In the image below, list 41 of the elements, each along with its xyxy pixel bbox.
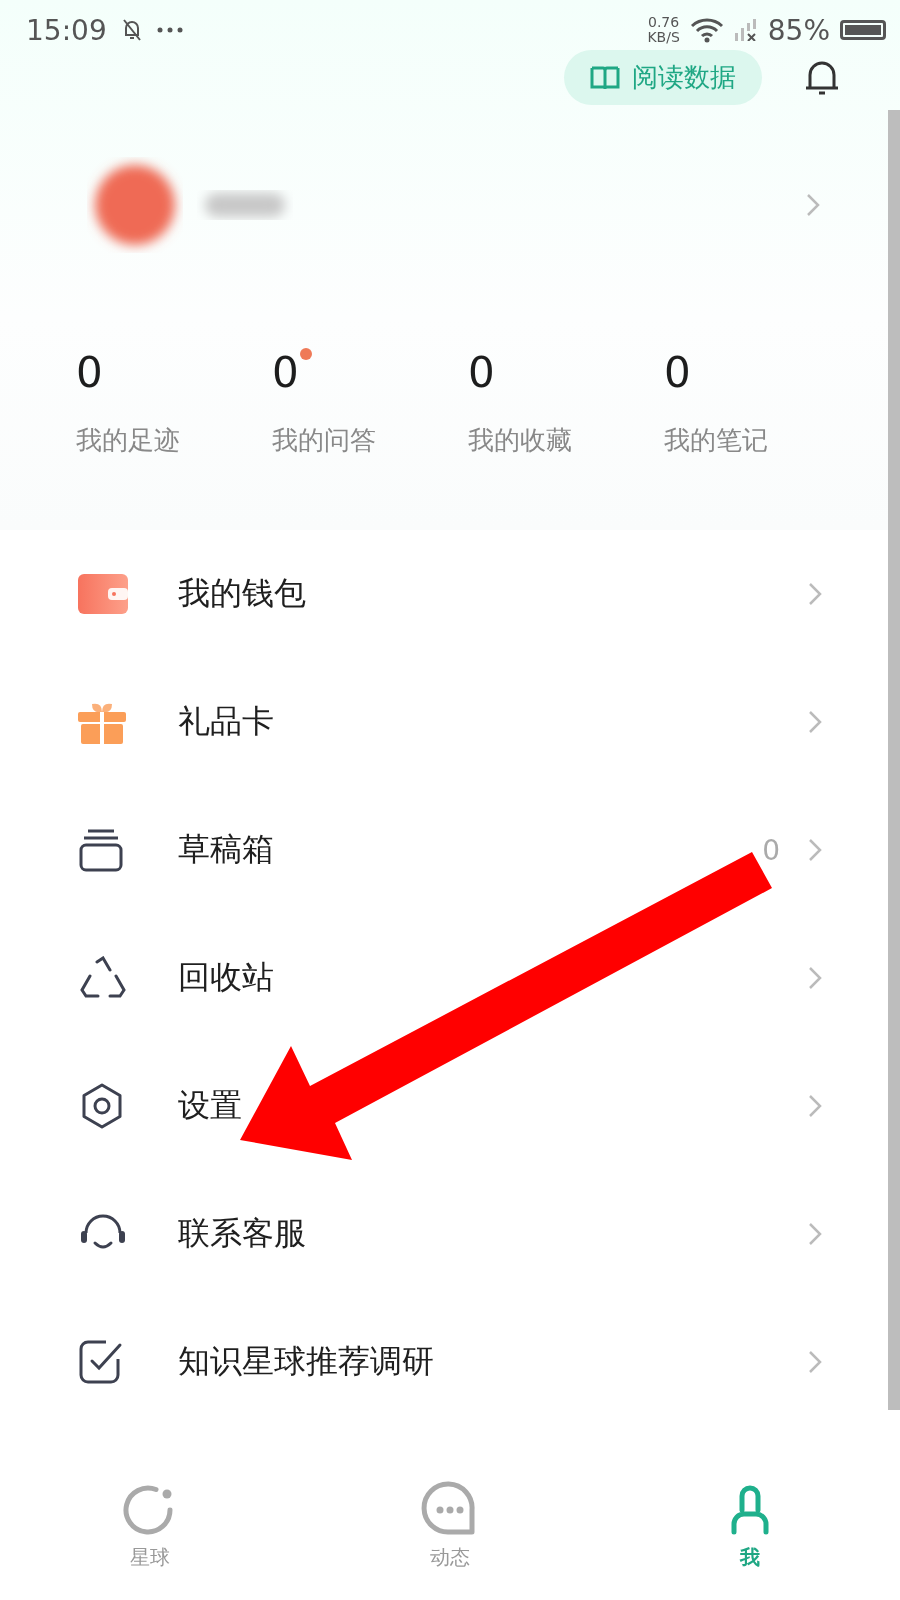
checkbox-icon: [78, 1339, 124, 1385]
muted-bell-icon: [120, 18, 143, 42]
chevron-icon: [808, 1350, 822, 1374]
chevron-icon: [808, 1094, 822, 1118]
menu-item[interactable]: 礼品卡: [178, 700, 274, 744]
battery-icon: [840, 20, 886, 40]
draft-count: 0: [762, 833, 780, 867]
stat-count: 0: [664, 348, 691, 397]
stat-label: 我的问答: [272, 424, 376, 457]
chevron-icon: [808, 838, 822, 862]
stat-count: 0: [468, 348, 495, 397]
stat-count: 0: [272, 348, 299, 397]
stack-icon: [78, 828, 124, 872]
stat-label: 我的笔记: [664, 424, 768, 457]
menu-item[interactable]: 联系客服: [178, 1212, 306, 1256]
stat-item[interactable]: 0 我的足迹: [76, 348, 272, 458]
speed-unit: KB/S: [647, 30, 680, 45]
stat-item[interactable]: 0 我的问答: [272, 348, 468, 458]
stat-item[interactable]: 0 我的笔记: [664, 348, 860, 458]
battery-percent: 85%: [767, 13, 830, 47]
menu-item[interactable]: 设置: [178, 1084, 242, 1128]
network-speed: 0.76: [648, 15, 680, 30]
status-time: 15:09: [26, 13, 107, 47]
chevron-icon: [808, 582, 822, 606]
chevron-icon: [808, 1222, 822, 1246]
stat-count: 0: [76, 348, 103, 397]
chevron-icon: [808, 710, 822, 734]
recycle-icon: [78, 956, 128, 1000]
stat-label: 我的收藏: [468, 424, 572, 457]
chevron-icon: [808, 966, 822, 990]
menu-item[interactable]: 草稿箱: [178, 828, 274, 872]
wallet-icon: [78, 574, 128, 614]
stat-item[interactable]: 0 我的收藏: [468, 348, 664, 458]
menu-item[interactable]: 我的钱包: [178, 572, 306, 616]
stat-label: 我的足迹: [76, 424, 180, 457]
more-icon: [156, 27, 183, 33]
menu-item[interactable]: 知识星球推荐调研: [178, 1340, 434, 1384]
menu-item[interactable]: 回收站: [178, 956, 274, 1000]
wifi-icon: [689, 17, 724, 43]
no-signal-icon: [733, 19, 758, 41]
book-icon: [590, 64, 620, 91]
